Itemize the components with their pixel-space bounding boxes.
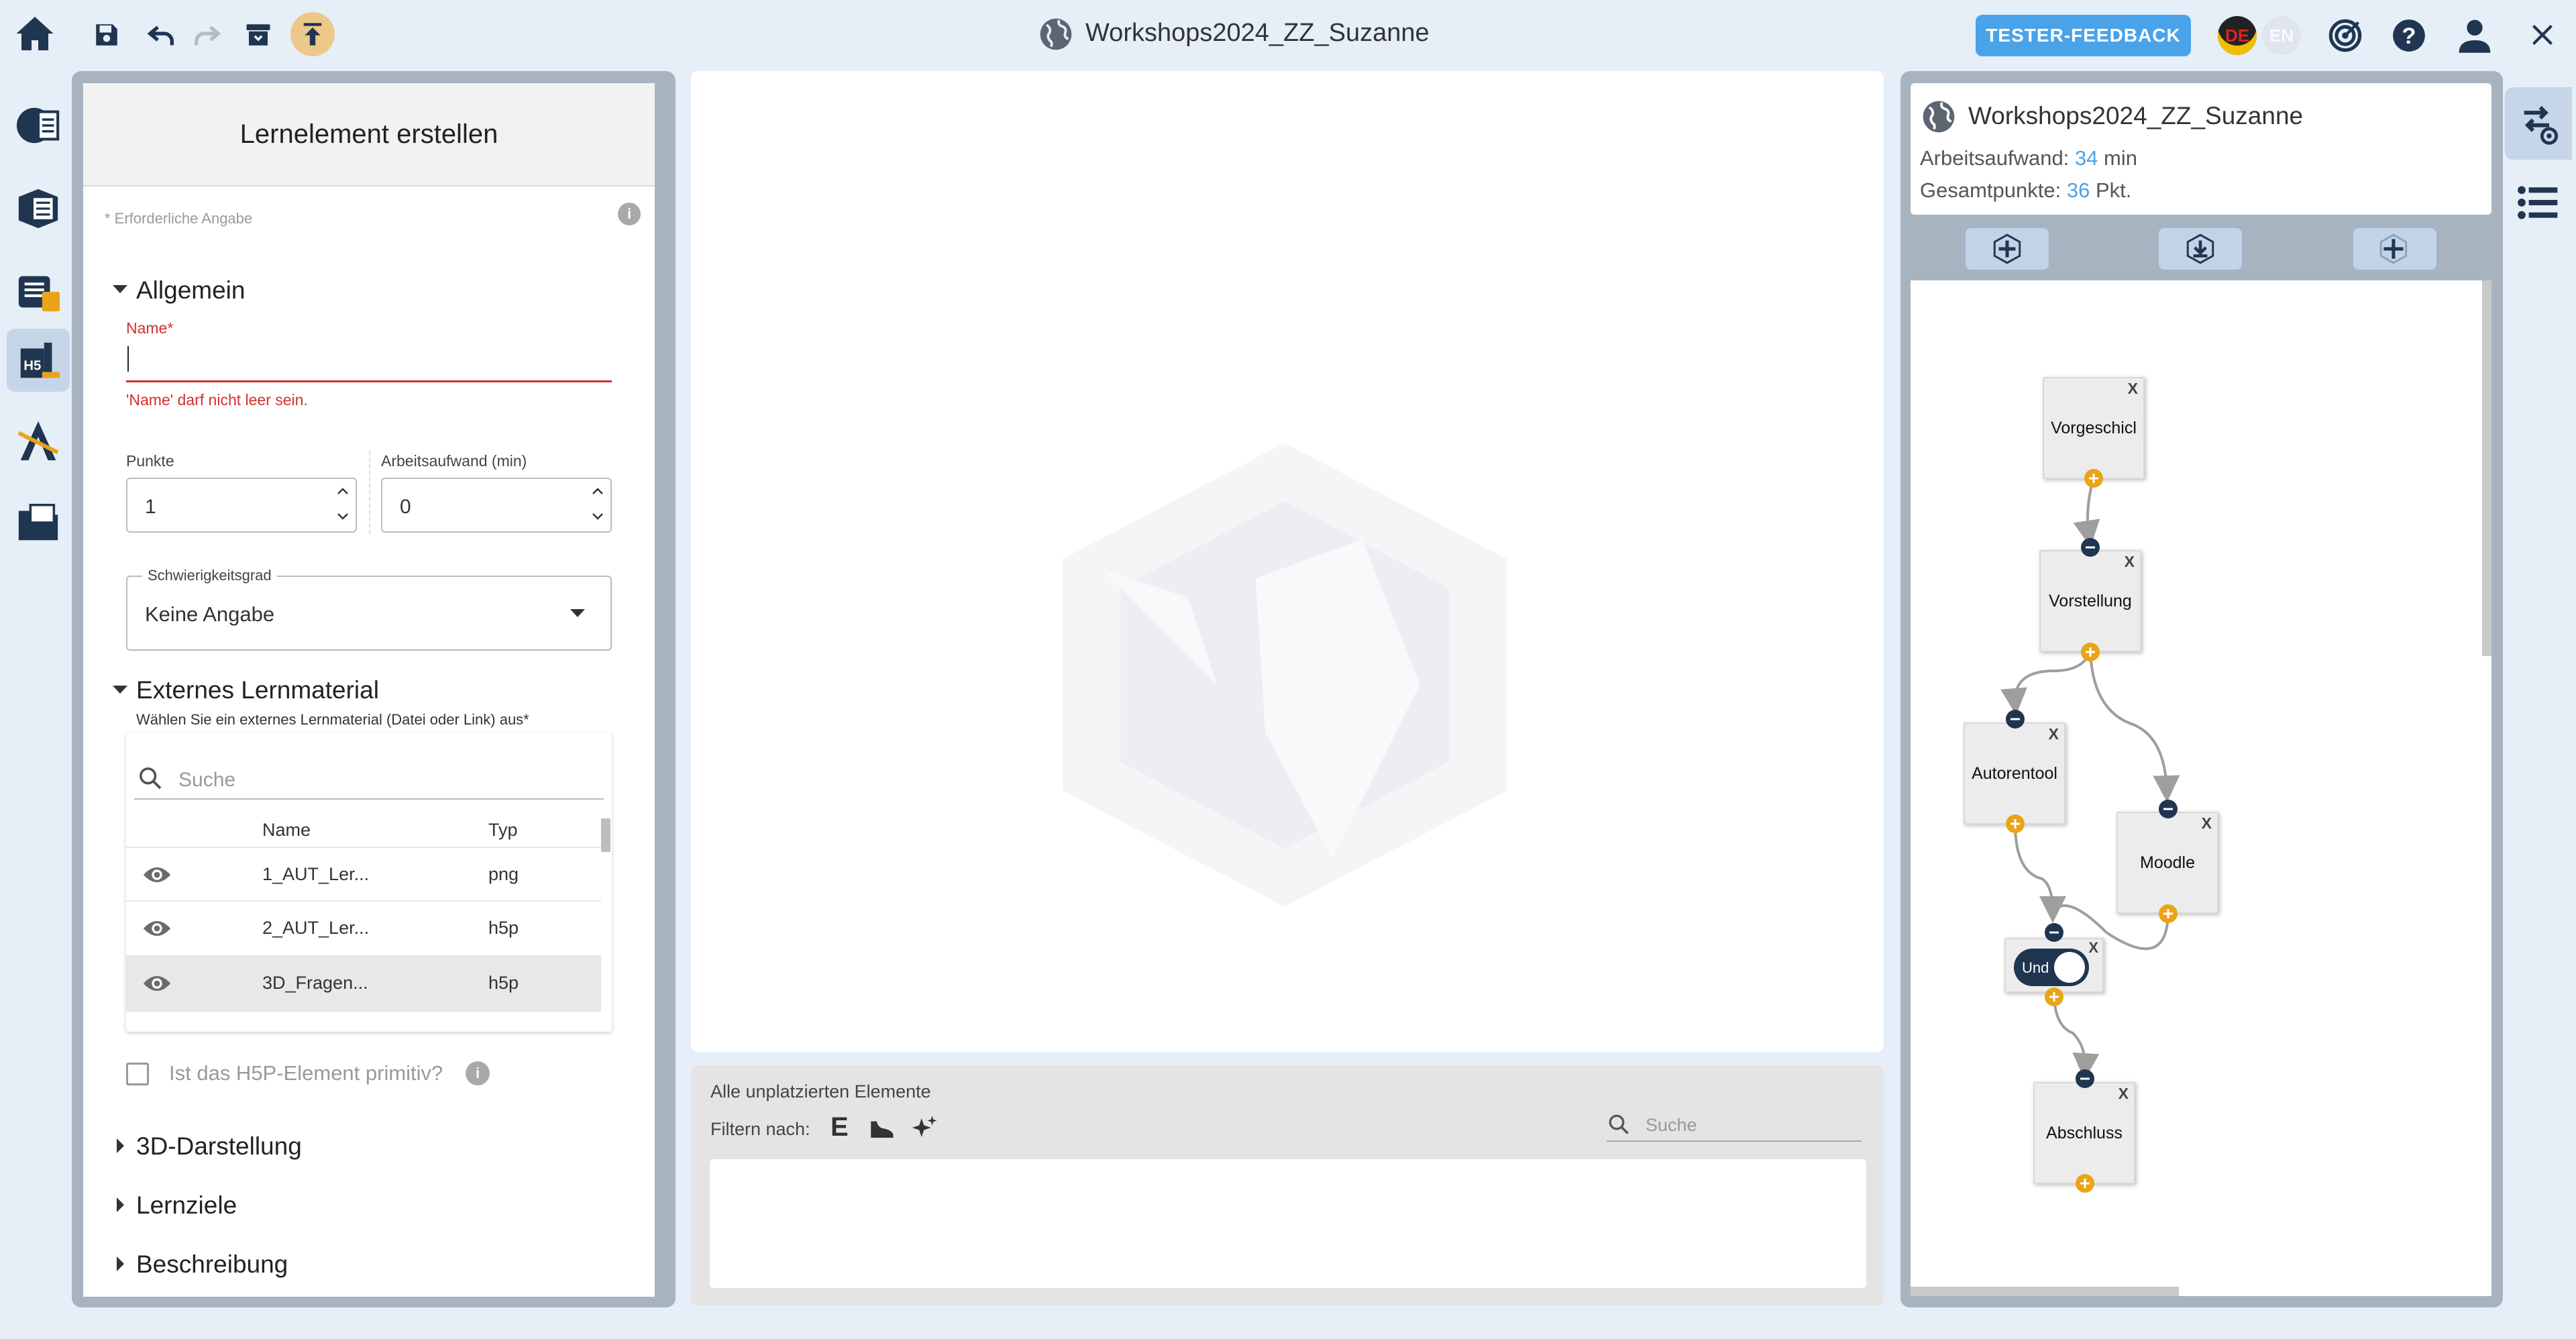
output-port-icon [2045,987,2063,1006]
output-port-icon [2084,469,2103,488]
output-port-icon [2076,1174,2094,1193]
path-icon [2524,105,2559,145]
input-port-icon [2045,923,2063,942]
path-view-button[interactable] [2505,87,2572,160]
graph-ports [2006,469,2178,1193]
input-port-icon [2159,800,2178,818]
output-port-icon [2159,904,2178,923]
input-port-icon [2076,1069,2094,1088]
output-port-icon [2006,814,2025,833]
list-icon [2518,186,2558,219]
right-toolbar [2505,67,2576,1339]
input-port-icon [2006,710,2025,729]
output-port-icon [2081,643,2100,661]
list-view-button[interactable] [2509,176,2567,229]
input-port-icon [2081,538,2100,557]
